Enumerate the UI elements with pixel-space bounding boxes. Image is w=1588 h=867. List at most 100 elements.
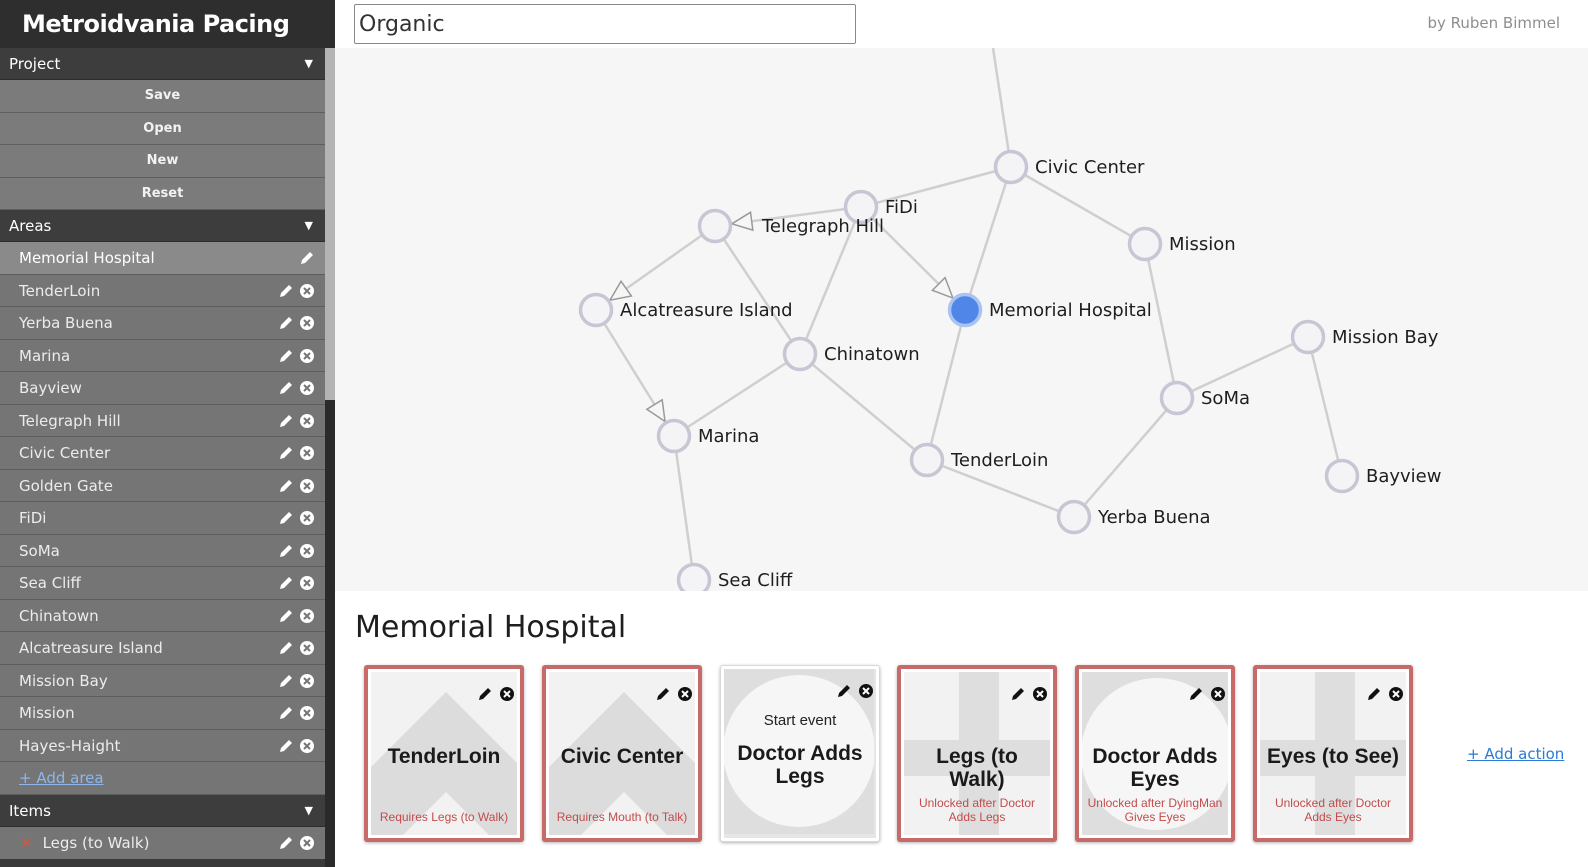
node-circle[interactable] <box>1290 319 1326 355</box>
sidebar-area-chinatown[interactable]: Chinatown <box>0 599 325 632</box>
remove-icon[interactable] <box>299 575 315 591</box>
sidebar-area-golden-gate[interactable]: Golden Gate <box>0 469 325 502</box>
sidebar-area-bayview[interactable]: Bayview <box>0 372 325 405</box>
area-graph[interactable]: Civic Center FiDi Telegraph Hill Mission Alc… <box>335 48 1588 591</box>
node-circle[interactable] <box>993 149 1029 185</box>
graph-node-mission-bay[interactable]: Mission Bay <box>1290 319 1439 355</box>
pencil-icon[interactable] <box>278 705 294 721</box>
save-button[interactable]: Save <box>0 80 325 113</box>
remove-icon[interactable] <box>299 315 315 331</box>
pencil-icon[interactable] <box>655 686 671 702</box>
graph-node-telegraph-hill[interactable]: Telegraph Hill <box>697 208 885 244</box>
remove-icon[interactable] <box>1388 686 1404 702</box>
pencil-icon[interactable] <box>299 250 315 266</box>
new-button[interactable]: New <box>0 145 325 178</box>
sidebar-area-sea-cliff[interactable]: Sea Cliff <box>0 567 325 600</box>
pencil-icon[interactable] <box>278 835 294 851</box>
remove-icon[interactable] <box>1032 686 1048 702</box>
graph-node-civic-center[interactable]: Civic Center <box>993 149 1146 185</box>
sidebar-area-yerba-buena[interactable]: Yerba Buena <box>0 307 325 340</box>
remove-icon[interactable] <box>299 608 315 624</box>
items-section-header[interactable]: Items ▼ <box>0 794 325 827</box>
remove-icon[interactable] <box>299 283 315 299</box>
action-card-doctor-adds-eyes[interactable]: Doctor Adds Eyes Unlocked after DyingMan … <box>1075 665 1235 842</box>
node-circle[interactable] <box>697 208 733 244</box>
pencil-icon[interactable] <box>1366 686 1382 702</box>
graph-node-tenderloin[interactable]: TenderLoin <box>909 442 1049 478</box>
pencil-icon[interactable] <box>278 575 294 591</box>
remove-icon[interactable] <box>299 738 315 754</box>
node-circle[interactable] <box>656 418 692 454</box>
graph-node-mission[interactable]: Mission <box>1127 226 1236 262</box>
pencil-icon[interactable] <box>278 445 294 461</box>
pencil-icon[interactable] <box>1010 686 1026 702</box>
add-action-link[interactable]: + Add action <box>1467 745 1564 763</box>
areas-section-header[interactable]: Areas ▼ <box>0 210 325 242</box>
add-area-link[interactable]: + Add area <box>19 769 104 787</box>
node-circle[interactable] <box>1127 226 1163 262</box>
node-circle[interactable] <box>1159 380 1195 416</box>
action-card-eyes-to-see[interactable]: Eyes (to See) Unlocked after Doctor Adds … <box>1253 665 1413 842</box>
remove-icon[interactable] <box>299 510 315 526</box>
graph-node-chinatown[interactable]: Chinatown <box>782 336 920 372</box>
pencil-icon[interactable] <box>278 478 294 494</box>
pencil-icon[interactable] <box>278 315 294 331</box>
item-row[interactable]: ✕ Legs (to Walk) <box>0 826 325 859</box>
pencil-icon[interactable] <box>836 683 852 699</box>
pencil-icon[interactable] <box>278 283 294 299</box>
remove-icon[interactable] <box>1210 686 1226 702</box>
node-circle[interactable] <box>909 442 945 478</box>
pencil-icon[interactable] <box>278 608 294 624</box>
sidebar-area-tenderloin[interactable]: TenderLoin <box>0 274 325 307</box>
sidebar-area-memorial-hospital[interactable]: Memorial Hospital <box>0 242 325 275</box>
sidebar-area-mission[interactable]: Mission <box>0 697 325 730</box>
pencil-icon[interactable] <box>278 673 294 689</box>
reset-button[interactable]: Reset <box>0 177 325 210</box>
remove-icon[interactable] <box>299 543 315 559</box>
chart-name-input[interactable] <box>354 4 856 44</box>
sidebar-scrollbar[interactable] <box>325 48 335 867</box>
action-card-tenderloin[interactable]: TenderLoin Requires Legs (to Walk) <box>364 665 524 842</box>
pencil-icon[interactable] <box>278 738 294 754</box>
pencil-icon[interactable] <box>278 543 294 559</box>
pencil-icon[interactable] <box>278 380 294 396</box>
remove-icon[interactable] <box>299 445 315 461</box>
node-circle[interactable] <box>947 292 983 328</box>
remove-icon[interactable] <box>299 413 315 429</box>
graph-canvas[interactable]: Civic Center FiDiTelegraph Hill Mission Alc… <box>335 48 1588 591</box>
open-button[interactable]: Open <box>0 112 325 145</box>
action-card-civic-center[interactable]: Civic Center Requires Mouth (to Talk) <box>542 665 702 842</box>
graph-node-marina[interactable]: Marina <box>656 418 760 454</box>
remove-icon[interactable] <box>499 686 515 702</box>
pencil-icon[interactable] <box>1188 686 1204 702</box>
action-card-doctor-adds-legs[interactable]: Start event Doctor Adds Legs <box>720 665 880 842</box>
sidebar-area-soma[interactable]: SoMa <box>0 534 325 567</box>
scrollbar-thumb[interactable] <box>325 48 335 400</box>
pencil-icon[interactable] <box>278 348 294 364</box>
graph-node-yerba-buena[interactable]: Yerba Buena <box>1056 499 1211 535</box>
pencil-icon[interactable] <box>278 510 294 526</box>
pencil-icon[interactable] <box>278 640 294 656</box>
sidebar-area-civic-center[interactable]: Civic Center <box>0 437 325 470</box>
node-circle[interactable] <box>1324 458 1360 494</box>
sidebar-area-hayes-haight[interactable]: Hayes-Haight <box>0 729 325 762</box>
remove-icon[interactable] <box>299 673 315 689</box>
remove-icon[interactable] <box>299 380 315 396</box>
graph-node-bayview[interactable]: Bayview <box>1324 458 1442 494</box>
graph-node-memorial-hospital[interactable]: Memorial Hospital <box>947 292 1152 328</box>
remove-icon[interactable] <box>677 686 693 702</box>
remove-icon[interactable] <box>299 835 315 851</box>
sidebar-area-telegraph-hill[interactable]: Telegraph Hill <box>0 404 325 437</box>
remove-icon[interactable] <box>299 705 315 721</box>
sidebar-area-marina[interactable]: Marina <box>0 339 325 372</box>
project-section-header[interactable]: Project ▼ <box>0 48 325 80</box>
sidebar-area-alcatreasure-island[interactable]: Alcatreasure Island <box>0 632 325 665</box>
graph-node-sea-cliff[interactable]: Sea Cliff <box>676 562 793 592</box>
remove-icon[interactable] <box>299 348 315 364</box>
pencil-icon[interactable] <box>278 413 294 429</box>
sidebar-area-fidi[interactable]: FiDi <box>0 502 325 535</box>
pencil-icon[interactable] <box>477 686 493 702</box>
node-circle[interactable] <box>578 292 614 328</box>
graph-node-soma[interactable]: SoMa <box>1159 380 1251 416</box>
sidebar-area-mission-bay[interactable]: Mission Bay <box>0 664 325 697</box>
